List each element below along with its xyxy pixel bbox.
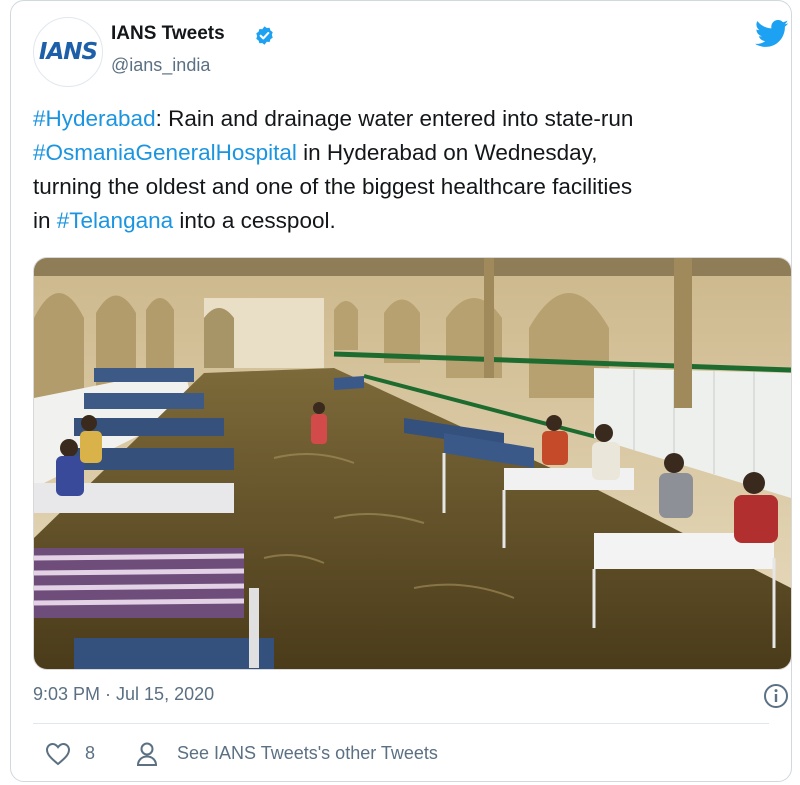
tweet-text-segment: in Hyderabad on Wednesday, [296,140,598,165]
heart-icon[interactable] [45,742,71,766]
tweet-line-3: turning the oldest and one of the bigges… [33,170,793,204]
tweet-text-segment: into a cesspool. [173,208,336,233]
tweet-timestamp[interactable]: 9:03 PM · Jul 15, 2020 [33,684,214,705]
hashtag-osmania-general-hospital[interactable]: #OsmaniaGeneralHospital [33,140,297,165]
tweet-card[interactable]: IANS IANS Tweets @ians_india #Hyderabad:… [10,0,792,782]
flooded-hospital-ward-image [34,258,791,669]
divider [33,723,769,724]
tweet-text-segment: in [33,208,57,233]
see-other-tweets-link[interactable]: See IANS Tweets's other Tweets [177,743,438,764]
tweet-text: #Hyderabad: Rain and drainage water ente… [33,102,793,238]
tweet-text-segment: : Rain and drainage water entered into s… [155,106,634,131]
author-name[interactable]: IANS Tweets [111,23,225,45]
author-handle[interactable]: @ians_india [111,55,210,76]
hashtag-hyderabad[interactable]: #Hyderabad [33,106,156,131]
tweet-line-2: #OsmaniaGeneralHospital in Hyderabad on … [33,136,793,170]
avatar[interactable]: IANS [33,17,103,87]
twitter-bird-icon[interactable] [755,19,789,49]
tweet-text-segment: turning the oldest and one of the bigges… [33,174,633,199]
avatar-logo-text: IANS [38,39,98,65]
tweet-line-4: in #Telangana into a cesspool. [33,204,793,238]
person-icon[interactable] [135,741,159,767]
info-icon[interactable] [763,683,789,709]
like-count[interactable]: 8 [85,743,95,764]
tweet-photo[interactable] [33,257,792,670]
tweet-line-1: #Hyderabad: Rain and drainage water ente… [33,102,793,136]
hashtag-telangana[interactable]: #Telangana [57,208,173,233]
verified-badge-icon [256,26,273,45]
